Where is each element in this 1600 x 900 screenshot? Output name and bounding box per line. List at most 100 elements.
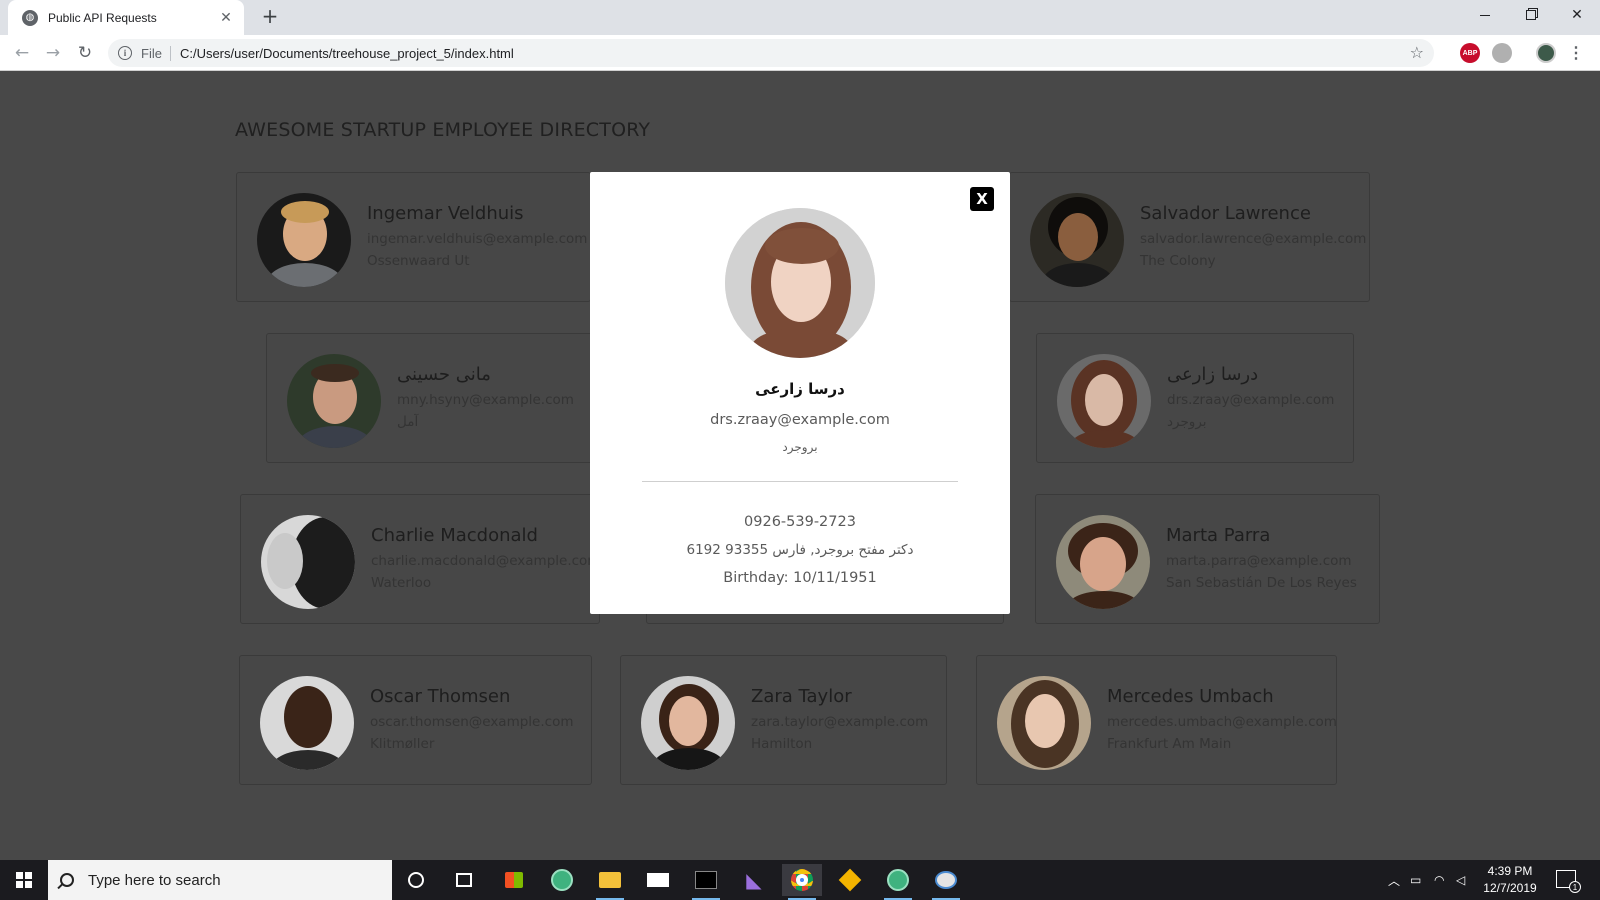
windows-taskbar: Type here to search ◣ ︿ ▭ ◠ ◁ 4:39 PM 12…	[0, 860, 1600, 900]
file-explorer-app[interactable]	[590, 864, 630, 900]
minimize-button[interactable]	[1462, 0, 1508, 30]
minimize-icon	[1480, 14, 1490, 16]
employee-card[interactable]: مانی حسینی mny.hsyny@example.com آمل	[266, 333, 603, 463]
employee-email: zara.taylor@example.com	[751, 714, 929, 730]
reload-icon: ↻	[77, 43, 93, 63]
avatar	[1057, 354, 1151, 448]
show-hidden-icons[interactable]: ︿	[1388, 860, 1400, 900]
extension-icon[interactable]	[1492, 43, 1512, 63]
reload-button[interactable]: ↻	[73, 41, 97, 65]
profile-avatar[interactable]	[1536, 43, 1556, 63]
employee-email: salvador.lawrence@example.com	[1140, 231, 1367, 247]
sourcetree-app[interactable]	[830, 864, 870, 896]
arrow-left-icon: ←	[14, 43, 30, 63]
bookmark-star-icon[interactable]: ☆	[1410, 43, 1424, 62]
task-view-button[interactable]	[444, 864, 484, 896]
employee-email: drs.zraay@example.com	[1167, 392, 1335, 408]
arrow-right-icon: →	[45, 43, 61, 63]
atom-icon	[551, 869, 573, 891]
mail-app[interactable]	[638, 864, 678, 896]
git-diamond-icon	[838, 868, 862, 892]
store-app[interactable]	[494, 864, 534, 896]
notification-count-badge: 1	[1569, 881, 1581, 893]
tab-close-icon[interactable]: ✕	[218, 10, 234, 26]
chrome-app[interactable]	[782, 864, 822, 900]
employee-email: mny.hsyny@example.com	[397, 392, 574, 408]
employee-card[interactable]: Salvador Lawrence salvador.lawrence@exam…	[1009, 172, 1370, 302]
start-button[interactable]	[0, 860, 48, 900]
employee-name: Marta Parra	[1166, 525, 1271, 546]
modal-city: بروجرد	[782, 440, 818, 454]
avatar	[641, 676, 735, 770]
employee-name: Mercedes Umbach	[1107, 686, 1274, 707]
windows-logo-icon	[16, 872, 32, 888]
employee-city: Ossenwaard Ut	[367, 253, 470, 269]
volume-tray[interactable]: ◁	[1456, 860, 1465, 900]
restore-button[interactable]	[1508, 0, 1554, 30]
browser-tab-strip: ◍ Public API Requests ✕ + ✕	[0, 0, 1600, 35]
employee-card[interactable]: Oscar Thomsen oscar.thomsen@example.com …	[239, 655, 592, 785]
cortana-circle-icon	[408, 872, 424, 888]
battery-tray[interactable]: ▭	[1410, 860, 1421, 900]
avatar	[287, 354, 381, 448]
employee-name: Zara Taylor	[751, 686, 852, 707]
address-bar[interactable]: i File C:/Users/user/Documents/treehouse…	[108, 39, 1434, 67]
employee-card[interactable]: Marta Parra marta.parra@example.com San …	[1035, 494, 1380, 624]
avatar	[997, 676, 1091, 770]
employee-email: ingemar.veldhuis@example.com	[367, 231, 588, 247]
action-center-button[interactable]: 1	[1556, 870, 1581, 893]
employee-city: Klitmøller	[370, 736, 435, 752]
avatar	[261, 515, 355, 609]
adblock-extension-icon[interactable]: ABP	[1460, 43, 1480, 63]
employee-city: آمل	[397, 414, 419, 430]
employee-city: Frankfurt Am Main	[1107, 736, 1232, 752]
avatar	[1056, 515, 1150, 609]
avatar	[257, 193, 351, 287]
employee-name: Oscar Thomsen	[370, 686, 511, 707]
terminal-app[interactable]	[686, 864, 726, 900]
paint-app[interactable]	[926, 864, 966, 900]
visual-studio-icon: ◣	[746, 868, 762, 892]
taskbar-search[interactable]: Type here to search	[48, 860, 392, 900]
chevron-up-icon: ︿	[1388, 873, 1401, 888]
employee-email: oscar.thomsen@example.com	[370, 714, 574, 730]
cortana-button[interactable]	[396, 864, 436, 896]
employee-email: charlie.macdonald@example.com	[371, 553, 601, 569]
employee-card[interactable]: درسا زارعی drs.zraay@example.com بروجرد	[1036, 333, 1354, 463]
new-tab-button[interactable]: +	[258, 5, 282, 29]
employee-city: Waterloo	[371, 575, 432, 591]
employee-name: Ingemar Veldhuis	[367, 203, 524, 224]
url-text[interactable]: C:/Users/user/Documents/treehouse_projec…	[180, 46, 514, 61]
clock-date: 12/7/2019	[1483, 881, 1537, 895]
atom-app-2[interactable]	[878, 864, 918, 900]
modal-name: درسا زارعی	[755, 380, 845, 398]
network-tray[interactable]: ◠	[1434, 860, 1444, 900]
modal-email: drs.zraay@example.com	[710, 412, 890, 428]
employee-name: Salvador Lawrence	[1140, 203, 1311, 224]
restore-icon	[1526, 10, 1536, 20]
employee-card[interactable]: Zara Taylor zara.taylor@example.com Hami…	[620, 655, 947, 785]
employee-card[interactable]: Charlie Macdonald charlie.macdonald@exam…	[240, 494, 600, 624]
tab-title: Public API Requests	[48, 10, 157, 25]
browser-tab[interactable]: ◍ Public API Requests ✕	[8, 0, 244, 35]
chrome-icon	[791, 869, 813, 891]
modal-close-button[interactable]: X	[970, 187, 994, 211]
taskbar-clock[interactable]: 4:39 PM 12/7/2019	[1470, 863, 1550, 897]
kebab-menu-icon[interactable]: ⋮	[1566, 43, 1586, 63]
visual-studio-app[interactable]: ◣	[734, 864, 774, 896]
avatar	[1030, 193, 1124, 287]
back-button[interactable]: ←	[10, 41, 34, 65]
palette-icon	[935, 871, 957, 889]
employee-card[interactable]: Mercedes Umbach mercedes.umbach@example.…	[976, 655, 1337, 785]
modal-phone: 0926-539-2723	[744, 514, 856, 530]
search-placeholder: Type here to search	[88, 871, 221, 889]
atom-app[interactable]	[542, 864, 582, 896]
globe-icon: ◍	[22, 9, 38, 26]
speaker-icon: ◁	[1456, 873, 1466, 887]
employee-email: mercedes.umbach@example.com	[1107, 714, 1337, 730]
modal-avatar	[725, 208, 875, 358]
info-icon[interactable]: i	[118, 46, 132, 60]
forward-button[interactable]: →	[41, 41, 65, 65]
close-window-button[interactable]: ✕	[1554, 0, 1600, 30]
employee-card[interactable]: Ingemar Veldhuis ingemar.veldhuis@exampl…	[236, 172, 591, 302]
